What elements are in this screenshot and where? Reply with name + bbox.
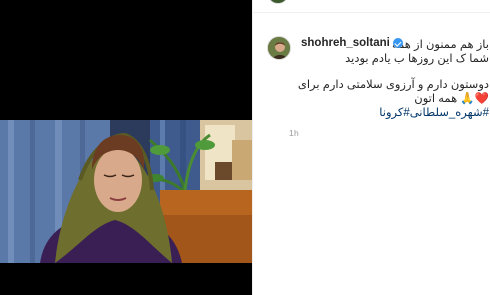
- header-divider: [253, 12, 490, 13]
- post-timestamp[interactable]: 1h: [289, 128, 299, 138]
- header-avatar-partial[interactable]: [267, 0, 289, 4]
- pray-emoji: 🙏: [460, 93, 475, 105]
- post-media[interactable]: [0, 0, 252, 295]
- caption-line-2: شما ک این روزها ب یادم بودید: [345, 53, 489, 65]
- instagram-post: shohreh_soltani باز هم ممنون از همه شما …: [0, 0, 490, 295]
- hashtag-links[interactable]: #شهره_سلطانی#کرونا: [267, 106, 489, 120]
- video-still-image: [0, 120, 252, 263]
- caption-line-3: دوستون دارم و آرزوی سلامتی دارم برای: [297, 79, 489, 91]
- video-frame[interactable]: [0, 120, 252, 263]
- caption-text: باز هم ممنون از همه شما ک این روزها ب یا…: [267, 38, 489, 120]
- caption-line-4-text: همه اتون: [414, 93, 461, 105]
- username-line: shohreh_soltani: [301, 37, 403, 49]
- username-link[interactable]: shohreh_soltani: [301, 37, 390, 49]
- caption-line-4: ❤️🙏 همه اتون: [267, 92, 489, 106]
- post-sidebar: shohreh_soltani باز هم ممنون از همه شما …: [252, 0, 490, 295]
- verified-badge-icon: [392, 38, 403, 48]
- heart-emoji: ❤️: [474, 93, 489, 105]
